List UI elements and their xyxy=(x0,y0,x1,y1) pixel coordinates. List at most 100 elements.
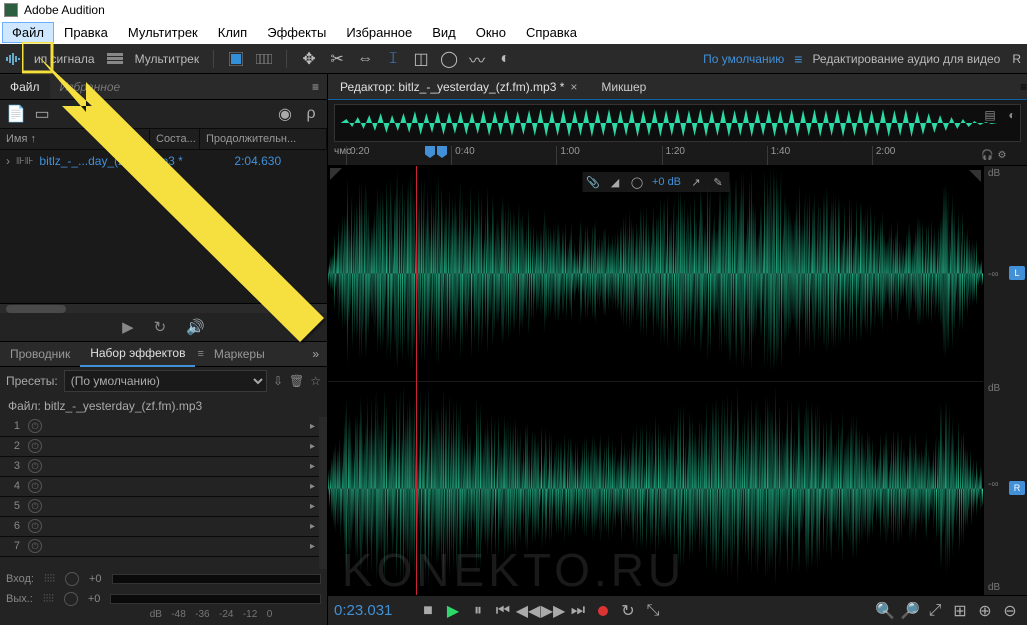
waveform-editor[interactable]: 📎 ◢ ◯ +0 dB ↗ ✎ xyxy=(328,166,1027,595)
menu-edit[interactable]: Правка xyxy=(54,22,118,43)
hud-gain-value[interactable]: +0 dB xyxy=(648,172,685,192)
zoom-out-v-icon[interactable]: ⊖ xyxy=(999,601,1021,621)
col-state[interactable]: Соста... xyxy=(150,129,200,149)
fx-slot[interactable]: ⏻▸ xyxy=(24,457,319,477)
file-cd-icon[interactable]: ◉ xyxy=(275,105,295,123)
zoom-in-icon[interactable]: 🔍 xyxy=(874,601,896,621)
settings-icon[interactable]: ⚙ xyxy=(997,150,1006,161)
close-icon[interactable]: × xyxy=(570,80,577,94)
editor-menu-icon[interactable]: ≡ xyxy=(1020,80,1027,94)
file-new-icon[interactable]: ▭ xyxy=(32,105,52,123)
col-name[interactable]: Имя ↑ xyxy=(0,129,150,149)
menu-window[interactable]: Окно xyxy=(466,22,516,43)
hud-meter-icon[interactable]: ◢ xyxy=(604,172,626,192)
rack-menu-icon[interactable]: ≡ xyxy=(195,348,203,360)
col-duration[interactable]: Продолжительн... xyxy=(200,129,327,149)
waveform-mode-icon[interactable] xyxy=(1,48,27,70)
tab-favorites[interactable]: Избранное xyxy=(50,75,131,99)
tool-time-select-icon[interactable]: 𝙸 xyxy=(380,48,406,70)
tool-razor-icon[interactable]: ✂ xyxy=(324,48,350,70)
tab-effects-rack[interactable]: Набор эффектов xyxy=(80,341,195,367)
tab-explorer[interactable]: Проводник xyxy=(0,342,80,366)
file-search-icon[interactable]: ρ xyxy=(301,105,321,123)
preview-play-icon[interactable]: ▶ xyxy=(122,318,134,336)
file-row[interactable]: › ⊪⊪ bitlz_-_...day_(zf.fm).mp3 * 2:04.6… xyxy=(0,150,327,172)
zoom-sel-icon[interactable]: ⊞ xyxy=(949,601,971,621)
menu-view[interactable]: Вид xyxy=(422,22,466,43)
tool-lasso-icon[interactable]: ◯ xyxy=(436,48,462,70)
workspace-default[interactable]: По умолчанию xyxy=(703,52,784,66)
tool-slip-icon[interactable]: ⇔ xyxy=(352,48,378,70)
play-button[interactable]: ▶ xyxy=(442,601,464,621)
prev-button[interactable]: ⏮ xyxy=(492,601,514,621)
tool-brush-icon[interactable]: 〰 xyxy=(464,48,490,70)
fx-slot[interactable]: ⏻▸ xyxy=(24,497,319,517)
tab-markers[interactable]: Маркеры xyxy=(204,342,275,366)
fx-slot[interactable]: ⏻▸ xyxy=(24,537,319,557)
zoom-full-icon[interactable]: ⤢ xyxy=(924,601,946,621)
time-ruler[interactable]: чмс 0:20 0:40 1:00 1:20 1:40 2:00 🎧 ⚙ xyxy=(328,146,1027,166)
skip-selection-button[interactable]: ⤡ xyxy=(642,601,664,621)
spectral-toggle-icon[interactable]: ▤ xyxy=(981,106,999,124)
menu-help[interactable]: Справка xyxy=(516,22,587,43)
fx-scrollbar[interactable] xyxy=(319,417,327,570)
zoom-out-icon[interactable]: 🔎 xyxy=(899,601,921,621)
power-icon[interactable]: ⏻ xyxy=(28,479,42,493)
fx-slot[interactable]: ⏻▸ xyxy=(24,517,319,537)
playhead-marker[interactable] xyxy=(424,146,448,160)
hud-adjust-icon[interactable]: ↗ xyxy=(685,172,707,192)
power-icon[interactable]: ⏻ xyxy=(28,459,42,473)
panel-overflow-icon[interactable]: » xyxy=(304,347,327,361)
panel-menu-icon[interactable]: ≡ xyxy=(304,80,327,94)
tool-move-icon[interactable]: ✥ xyxy=(296,48,322,70)
next-button[interactable]: ⏭ xyxy=(567,601,589,621)
file-open-icon[interactable]: 📄 xyxy=(6,105,26,123)
tool-marquee-icon[interactable]: ◫ xyxy=(408,48,434,70)
forward-button[interactable]: ▶▶ xyxy=(542,601,564,621)
preview-loop-icon[interactable]: ↻ xyxy=(154,318,167,336)
workspace-more[interactable]: R xyxy=(1012,52,1021,66)
workspace-menu-icon[interactable]: ≡ xyxy=(794,51,802,67)
stop-button[interactable]: ■ xyxy=(417,601,439,621)
tab-files[interactable]: Файл xyxy=(0,75,50,99)
tab-mixer[interactable]: Микшер xyxy=(589,75,658,99)
channel-right[interactable] xyxy=(328,381,983,596)
input-knob[interactable] xyxy=(65,572,79,586)
power-icon[interactable]: ⏻ xyxy=(28,439,42,453)
fx-slot[interactable]: ⏻▸ xyxy=(24,437,319,457)
channel-left[interactable] xyxy=(328,166,983,381)
loop-button[interactable]: ↻ xyxy=(617,601,639,621)
hud-pin-icon[interactable]: 📎 xyxy=(582,172,604,192)
files-h-scrollbar[interactable] xyxy=(0,303,327,313)
menu-effects[interactable]: Эффекты xyxy=(257,22,336,43)
slot-arrow-icon[interactable]: ▸ xyxy=(310,421,315,432)
playhead[interactable] xyxy=(416,166,417,595)
menu-clip[interactable]: Клип xyxy=(208,22,257,43)
fx-slot[interactable]: ⏻▸ xyxy=(24,477,319,497)
pause-button[interactable]: ⏸ xyxy=(467,601,489,621)
tab-editor[interactable]: Редактор: bitlz_-_yesterday_(zf.fm).mp3 … xyxy=(328,75,589,99)
record-button[interactable] xyxy=(592,601,614,621)
power-icon[interactable]: ⏻ xyxy=(28,519,42,533)
waveform-mode-label[interactable]: ип сигнала xyxy=(34,52,95,66)
channel-link-icon[interactable]: 🎧 xyxy=(981,150,993,161)
channel-l-badge[interactable]: L xyxy=(1009,266,1025,280)
menu-multitrack[interactable]: Мультитрек xyxy=(118,22,208,43)
menu-favorites[interactable]: Избранное xyxy=(336,22,422,43)
multitrack-mode-label[interactable]: Мультитрек xyxy=(135,52,199,66)
preset-save-icon[interactable]: ⇩ xyxy=(273,374,283,388)
amplitude-ruler[interactable]: dB -∞ L dB -∞ dB R xyxy=(983,166,1027,595)
time-display[interactable]: 0:23.031 xyxy=(334,602,404,619)
zoom-in-v-icon[interactable]: ⊕ xyxy=(974,601,996,621)
tool-hud-icon[interactable] xyxy=(251,48,277,70)
fx-slot[interactable]: ⏻▸ xyxy=(24,417,319,437)
menu-file[interactable]: Файл xyxy=(2,22,54,43)
channel-r-badge[interactable]: R xyxy=(1009,481,1025,495)
power-icon[interactable]: ⏻ xyxy=(28,419,42,433)
output-knob[interactable] xyxy=(64,592,78,606)
workspace-audio-video[interactable]: Редактирование аудио для видео xyxy=(812,52,1000,66)
overview-waveform[interactable] xyxy=(334,104,1021,142)
power-icon[interactable]: ⏻ xyxy=(28,539,42,553)
tool-spot-heal-icon[interactable]: ◐ xyxy=(492,48,518,70)
expand-icon[interactable]: › xyxy=(6,154,10,168)
